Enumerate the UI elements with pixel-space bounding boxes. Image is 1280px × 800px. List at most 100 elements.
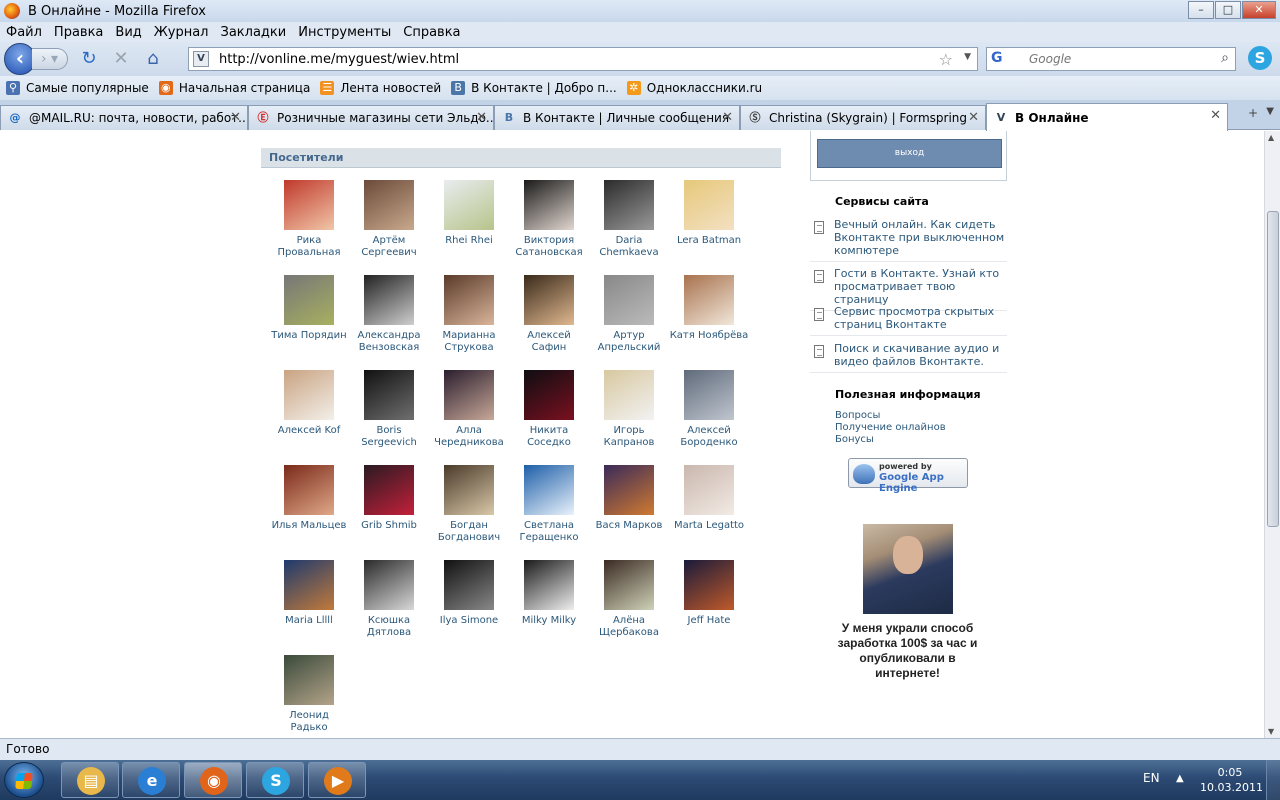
taskbar-button[interactable]: S — [246, 762, 304, 798]
visitor-name[interactable]: Никита Соседко — [509, 425, 589, 449]
google-icon[interactable]: G — [991, 50, 1009, 68]
tab[interactable]: @ @MAIL.RU: почта, новости, работ... ✕ — [0, 105, 248, 130]
menu-item[interactable]: Вид — [109, 25, 147, 40]
visitor-photo[interactable] — [284, 560, 334, 610]
visitor-card[interactable]: Светлана Геращенко — [509, 465, 589, 544]
visitor-card[interactable]: Артур Апрельский — [589, 275, 669, 354]
visitor-name[interactable]: Богдан Богданович — [429, 520, 509, 544]
visitor-card[interactable]: Леонид Радько — [269, 655, 349, 734]
service-link[interactable]: Поиск и скачивание аудио и видео файлов … — [810, 339, 1007, 373]
url-text[interactable]: http://vonline.me/myguest/wiev.html — [219, 52, 459, 67]
service-link[interactable]: Вечный онлайн. Как сидеть Вконтакте при … — [810, 215, 1007, 262]
visitor-photo[interactable] — [444, 560, 494, 610]
url-dropdown-icon[interactable]: ▼ — [964, 52, 971, 62]
minimize-button[interactable]: – — [1188, 1, 1214, 19]
visitor-name[interactable]: Марианна Струкова — [429, 330, 509, 354]
ad-photo[interactable] — [863, 524, 953, 614]
tab-list-icon[interactable]: ▼ — [1266, 106, 1274, 117]
forward-button[interactable]: › ▾ — [32, 48, 68, 70]
visitor-card[interactable]: Ilya Simone — [429, 560, 509, 627]
visitor-card[interactable]: Алёна Щербакова — [589, 560, 669, 639]
visitor-photo[interactable] — [524, 180, 574, 230]
visitor-card[interactable]: Илья Мальцев — [269, 465, 349, 532]
tab[interactable]: V В Онлайне ✕ — [986, 103, 1228, 131]
visitor-card[interactable]: Lera Batman — [669, 180, 749, 247]
visitor-name[interactable]: Lera Batman — [669, 235, 749, 247]
visitor-card[interactable]: Марианна Струкова — [429, 275, 509, 354]
visitor-name[interactable]: Илья Мальцев — [269, 520, 349, 532]
visitor-name[interactable]: Marta Legatto — [669, 520, 749, 532]
visitor-name[interactable]: Ксюшка Дятлова — [349, 615, 429, 639]
maximize-button[interactable]: □ — [1215, 1, 1241, 19]
menu-item[interactable]: Закладки — [215, 25, 293, 40]
visitor-card[interactable]: Игорь Капранов — [589, 370, 669, 449]
visitor-photo[interactable] — [364, 180, 414, 230]
visitor-card[interactable]: Boris Sergeevich — [349, 370, 429, 449]
tab-close-icon[interactable]: ✕ — [476, 110, 487, 125]
visitor-name[interactable]: Grib Shmib — [349, 520, 429, 532]
home-icon[interactable]: ⌂ — [142, 48, 164, 70]
visitor-card[interactable]: Богдан Богданович — [429, 465, 509, 544]
visitor-photo[interactable] — [604, 465, 654, 515]
visitor-name[interactable]: Артур Апрельский — [589, 330, 669, 354]
taskbar-button[interactable]: ▤ — [61, 762, 119, 798]
visitor-photo[interactable] — [684, 560, 734, 610]
visitor-name[interactable]: Алёна Щербакова — [589, 615, 669, 639]
visitor-photo[interactable] — [284, 655, 334, 705]
address-bar[interactable]: V http://vonline.me/myguest/wiev.html ☆ … — [188, 47, 978, 71]
visitor-photo[interactable] — [524, 465, 574, 515]
service-link[interactable]: Сервис просмотра скрытых страниц Вконтак… — [810, 302, 1007, 336]
visitor-name[interactable]: Рика Провальная — [269, 235, 349, 259]
scroll-down-icon[interactable]: ▼ — [1268, 727, 1274, 736]
visitor-photo[interactable] — [364, 465, 414, 515]
menu-item[interactable]: Справка — [397, 25, 466, 40]
clock[interactable]: 0:05 10.03.2011 — [1200, 765, 1263, 795]
info-link[interactable]: Вопросы — [835, 410, 880, 421]
taskbar-button[interactable]: e — [122, 762, 180, 798]
tab-close-icon[interactable]: ✕ — [1210, 108, 1221, 123]
visitor-name[interactable]: Daria Chemkaeva — [589, 235, 669, 259]
bookmark-item[interactable]: ✲ Одноклассники.ru — [626, 81, 762, 95]
skype-icon[interactable]: S — [1248, 46, 1272, 70]
tab-close-icon[interactable]: ✕ — [722, 110, 733, 125]
service-link-text[interactable]: Гости в Контакте. Узнай кто просматривае… — [834, 267, 999, 306]
reload-icon[interactable]: ↻ — [78, 48, 100, 70]
visitor-photo[interactable] — [444, 370, 494, 420]
visitor-card[interactable]: Grib Shmib — [349, 465, 429, 532]
menu-item[interactable]: Правка — [48, 25, 109, 40]
visitor-photo[interactable] — [684, 180, 734, 230]
page-scrollbar[interactable]: ▲ ▼ — [1264, 131, 1280, 738]
tab-close-icon[interactable]: ✕ — [230, 110, 241, 125]
info-link[interactable]: Бонусы — [835, 434, 874, 445]
visitor-card[interactable]: Никита Соседко — [509, 370, 589, 449]
tab[interactable]: B В Контакте | Личные сообщения ✕ — [494, 105, 740, 130]
google-app-engine-badge[interactable]: powered by Google App Engine — [848, 458, 968, 494]
visitor-card[interactable]: Daria Chemkaeva — [589, 180, 669, 259]
bookmark-item[interactable]: ⚲ Самые популярные — [6, 81, 149, 95]
visitor-photo[interactable] — [284, 370, 334, 420]
taskbar-button[interactable]: ◉ — [184, 762, 242, 798]
visitor-card[interactable]: Алексей Kof — [269, 370, 349, 437]
visitor-photo[interactable] — [684, 465, 734, 515]
visitor-photo[interactable] — [684, 275, 734, 325]
visitor-name[interactable]: Виктория Сатановская — [509, 235, 589, 259]
visitor-name[interactable]: Алексей Сафин — [509, 330, 589, 354]
visitor-name[interactable]: Алексей Бороденко — [669, 425, 749, 449]
visitor-photo[interactable] — [604, 180, 654, 230]
visitor-photo[interactable] — [524, 560, 574, 610]
info-link[interactable]: Получение онлайнов — [835, 422, 946, 433]
visitor-photo[interactable] — [364, 275, 414, 325]
bookmark-item[interactable]: B В Контакте | Добро п... — [451, 81, 617, 95]
close-button[interactable]: ✕ — [1242, 1, 1276, 19]
visitor-card[interactable]: Вася Марков — [589, 465, 669, 532]
new-tab-button[interactable]: + — [1248, 106, 1258, 120]
bookmark-item[interactable]: ☰ Лента новостей — [320, 81, 441, 95]
visitor-photo[interactable] — [444, 275, 494, 325]
visitor-card[interactable]: Катя Ноябрёва — [669, 275, 749, 342]
bookmark-item[interactable]: ◉ Начальная страница — [158, 81, 310, 95]
visitor-name[interactable]: Boris Sergeevich — [349, 425, 429, 449]
stop-icon[interactable]: ✕ — [110, 48, 132, 70]
service-link-text[interactable]: Сервис просмотра скрытых страниц Вконтак… — [834, 305, 994, 331]
start-button[interactable] — [4, 762, 44, 798]
language-indicator[interactable]: EN — [1143, 771, 1160, 785]
